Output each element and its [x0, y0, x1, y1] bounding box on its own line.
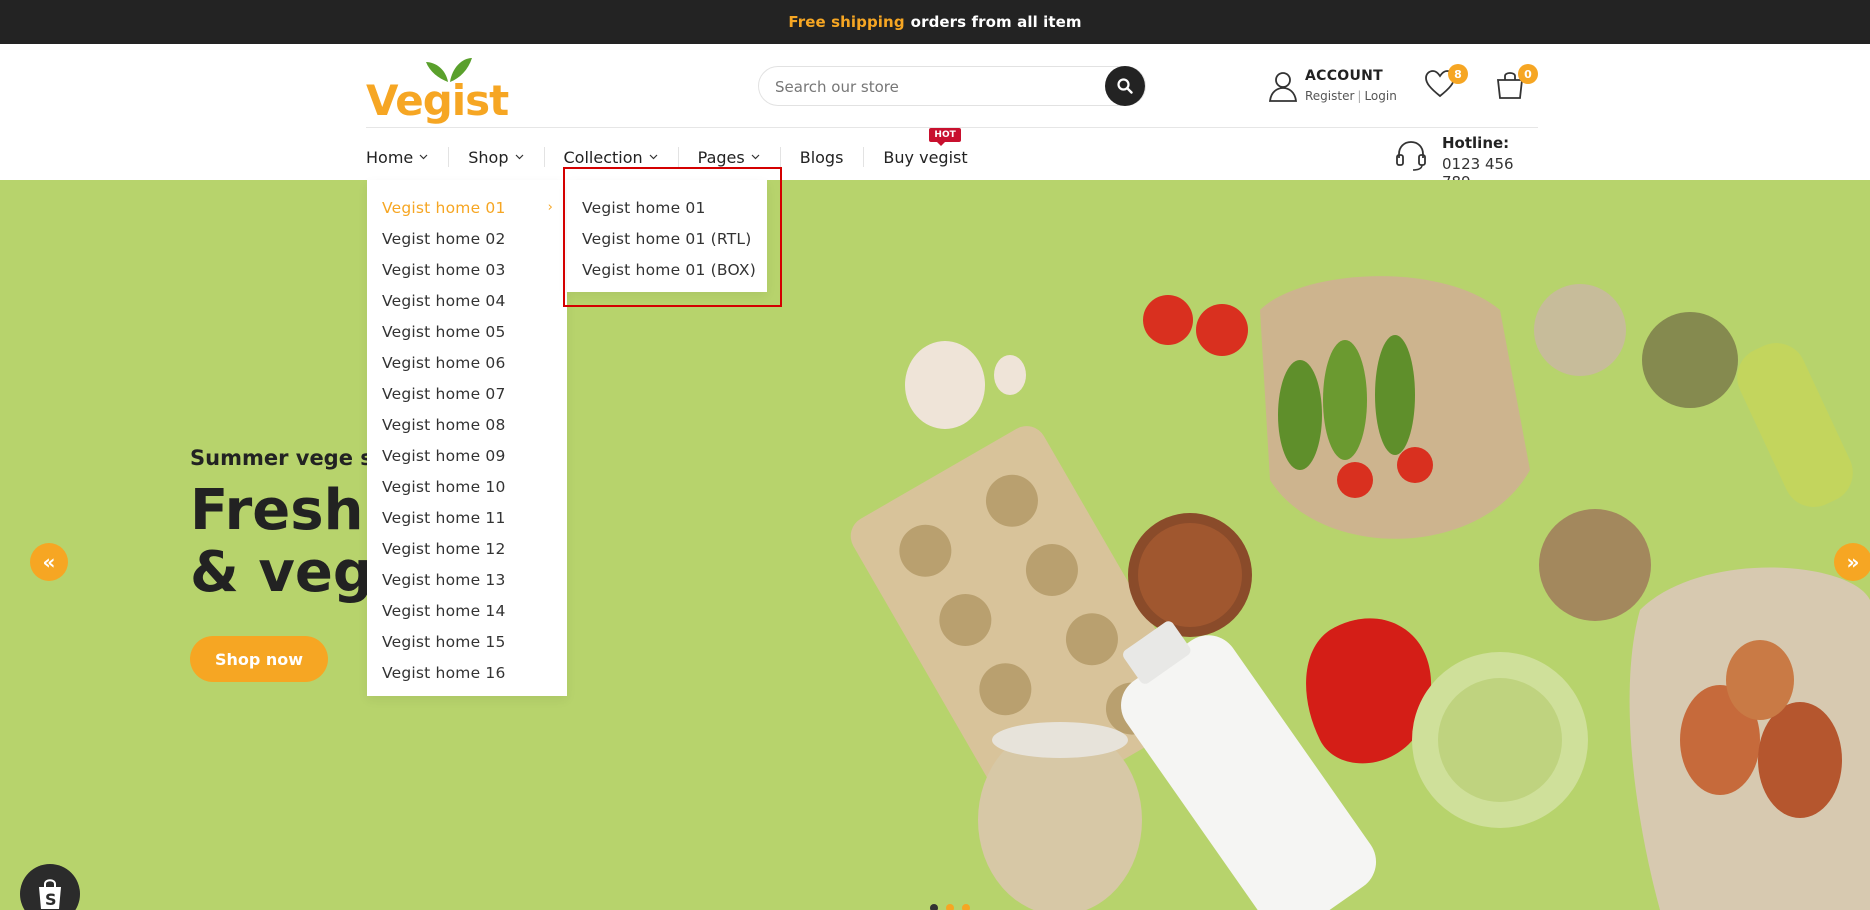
nav-label: Home [366, 147, 414, 167]
cart-count-badge: 0 [1518, 64, 1538, 84]
hot-badge: HOT [929, 128, 961, 146]
slider-dot[interactable] [962, 904, 970, 910]
menu-item-home-07[interactable]: Vegist home 07 [367, 378, 567, 409]
menu-item-label: Vegist home 02 [382, 229, 506, 248]
free-shipping-text: Free shipping [788, 13, 905, 31]
logo-text: Vegist [366, 76, 509, 125]
menu-item-label: Vegist home 04 [382, 291, 506, 310]
menu-item-home-11[interactable]: Vegist home 11 [367, 502, 567, 533]
user-icon [1268, 72, 1298, 102]
menu-item-home-05[interactable]: Vegist home 05 [367, 316, 567, 347]
menu-item-home-12[interactable]: Vegist home 12 [367, 533, 567, 564]
site-header: Vegist ACCOUNT Register|Login 8 [0, 44, 1870, 191]
home-dropdown-menu: Vegist home 01 › Vegist home 02 Vegist h… [367, 180, 567, 696]
nav-label: Shop [468, 147, 509, 167]
menu-item-home-04[interactable]: Vegist home 04 [367, 285, 567, 316]
chevron-down-icon [649, 154, 658, 160]
nav-label: Collection [563, 147, 643, 167]
home-01-submenu: Vegist home 01 Vegist home 01 (RTL) Vegi… [567, 180, 767, 292]
chevron-right-icon: › [547, 200, 553, 215]
menu-item-home-10[interactable]: Vegist home 10 [367, 471, 567, 502]
wishlist-button[interactable]: 8 [1424, 64, 1468, 108]
menu-item-home-09[interactable]: Vegist home 09 [367, 440, 567, 471]
nav-item-pages[interactable]: Pages [677, 137, 780, 177]
menu-item-label: Vegist home 08 [382, 415, 506, 434]
headset-icon [1396, 141, 1426, 171]
menu-item-label: Vegist home 07 [382, 384, 506, 403]
menu-item-home-01[interactable]: Vegist home 01 › [367, 192, 567, 223]
hero-subtitle: Summer vege sa [190, 446, 387, 470]
menu-item-home-02[interactable]: Vegist home 02 [367, 223, 567, 254]
slider-next-button[interactable]: » [1834, 543, 1870, 581]
menu-item-home-15[interactable]: Vegist home 15 [367, 626, 567, 657]
menu-item-label: Vegist home 16 [382, 663, 506, 682]
menu-item-label: Vegist home 10 [382, 477, 506, 496]
slider-dots [930, 904, 970, 910]
announcement-bar: Free shipping orders from all item [0, 0, 1870, 44]
search-icon [1117, 78, 1133, 94]
double-chevron-right-icon: » [1846, 550, 1860, 574]
chevron-down-icon [515, 154, 523, 160]
menu-item-home-16[interactable]: Vegist home 16 [367, 657, 567, 688]
hero-slider: Summer vege sa Fresh fr & vege Shop now … [0, 180, 1870, 910]
slider-dot[interactable] [946, 904, 954, 910]
menu-item-home-03[interactable]: Vegist home 03 [367, 254, 567, 285]
menu-item-label: Vegist home 09 [382, 446, 506, 465]
double-chevron-left-icon: « [42, 550, 56, 574]
shopify-bag-icon: S [39, 879, 61, 909]
nav-item-home[interactable]: Home [366, 137, 448, 177]
hotline: Hotline: 0123 456 789 [1394, 134, 1544, 191]
menu-item-label: Vegist home 11 [382, 508, 506, 527]
menu-item-home-08[interactable]: Vegist home 08 [367, 409, 567, 440]
nav-item-buy-vegist[interactable]: Buy vegist HOT [863, 128, 987, 177]
submenu-item-home-01-rtl[interactable]: Vegist home 01 (RTL) [567, 223, 767, 254]
menu-item-home-14[interactable]: Vegist home 14 [367, 595, 567, 626]
account-title: ACCOUNT [1305, 68, 1384, 84]
login-link[interactable]: Login [1364, 89, 1396, 103]
submenu-item-home-01-box[interactable]: Vegist home 01 (BOX) [567, 254, 767, 285]
menu-item-label: Vegist home 12 [382, 539, 506, 558]
hotline-label: Hotline: [1442, 134, 1510, 152]
register-link[interactable]: Register [1305, 89, 1354, 103]
search-button[interactable] [1105, 66, 1145, 106]
menu-item-label: Vegist home 14 [382, 601, 506, 620]
account-links: Register | Login [1305, 89, 1397, 103]
slider-dot[interactable] [930, 904, 938, 910]
nav-label: Buy vegist [883, 147, 968, 167]
search-input[interactable] [773, 75, 1073, 99]
account-separator: | [1357, 89, 1362, 103]
menu-item-home-06[interactable]: Vegist home 06 [367, 347, 567, 378]
menu-item-home-13[interactable]: Vegist home 13 [367, 564, 567, 595]
shop-now-button[interactable]: Shop now [190, 636, 328, 682]
account-menu[interactable]: ACCOUNT Register | Login [1267, 68, 1407, 108]
svg-text:S: S [45, 890, 57, 909]
chevron-down-icon [751, 154, 760, 160]
cart-button[interactable]: 0 [1494, 64, 1538, 108]
nav-label: Blogs [799, 147, 844, 167]
slider-prev-button[interactable]: « [30, 543, 68, 581]
search-bar [758, 66, 1146, 106]
nav-item-blogs[interactable]: Blogs [779, 137, 864, 177]
chevron-down-icon [419, 154, 428, 160]
announcement-text: orders from all item [910, 13, 1082, 31]
submenu-item-home-01[interactable]: Vegist home 01 [567, 192, 767, 223]
nav-label: Pages [697, 147, 745, 167]
main-nav: Home Shop Collection Pages Blogs Buy veg… [366, 128, 988, 177]
wishlist-count-badge: 8 [1448, 64, 1468, 84]
menu-item-label: Vegist home 15 [382, 632, 506, 651]
menu-item-label: Vegist home 06 [382, 353, 506, 372]
menu-item-label: Vegist home 05 [382, 322, 506, 341]
nav-item-shop[interactable]: Shop [448, 137, 543, 177]
logo[interactable]: Vegist [366, 56, 509, 125]
menu-item-label: Vegist home 01 [382, 198, 506, 217]
menu-item-label: Vegist home 13 [382, 570, 506, 589]
menu-item-label: Vegist home 03 [382, 260, 506, 279]
nav-item-collection[interactable]: Collection [543, 137, 678, 177]
